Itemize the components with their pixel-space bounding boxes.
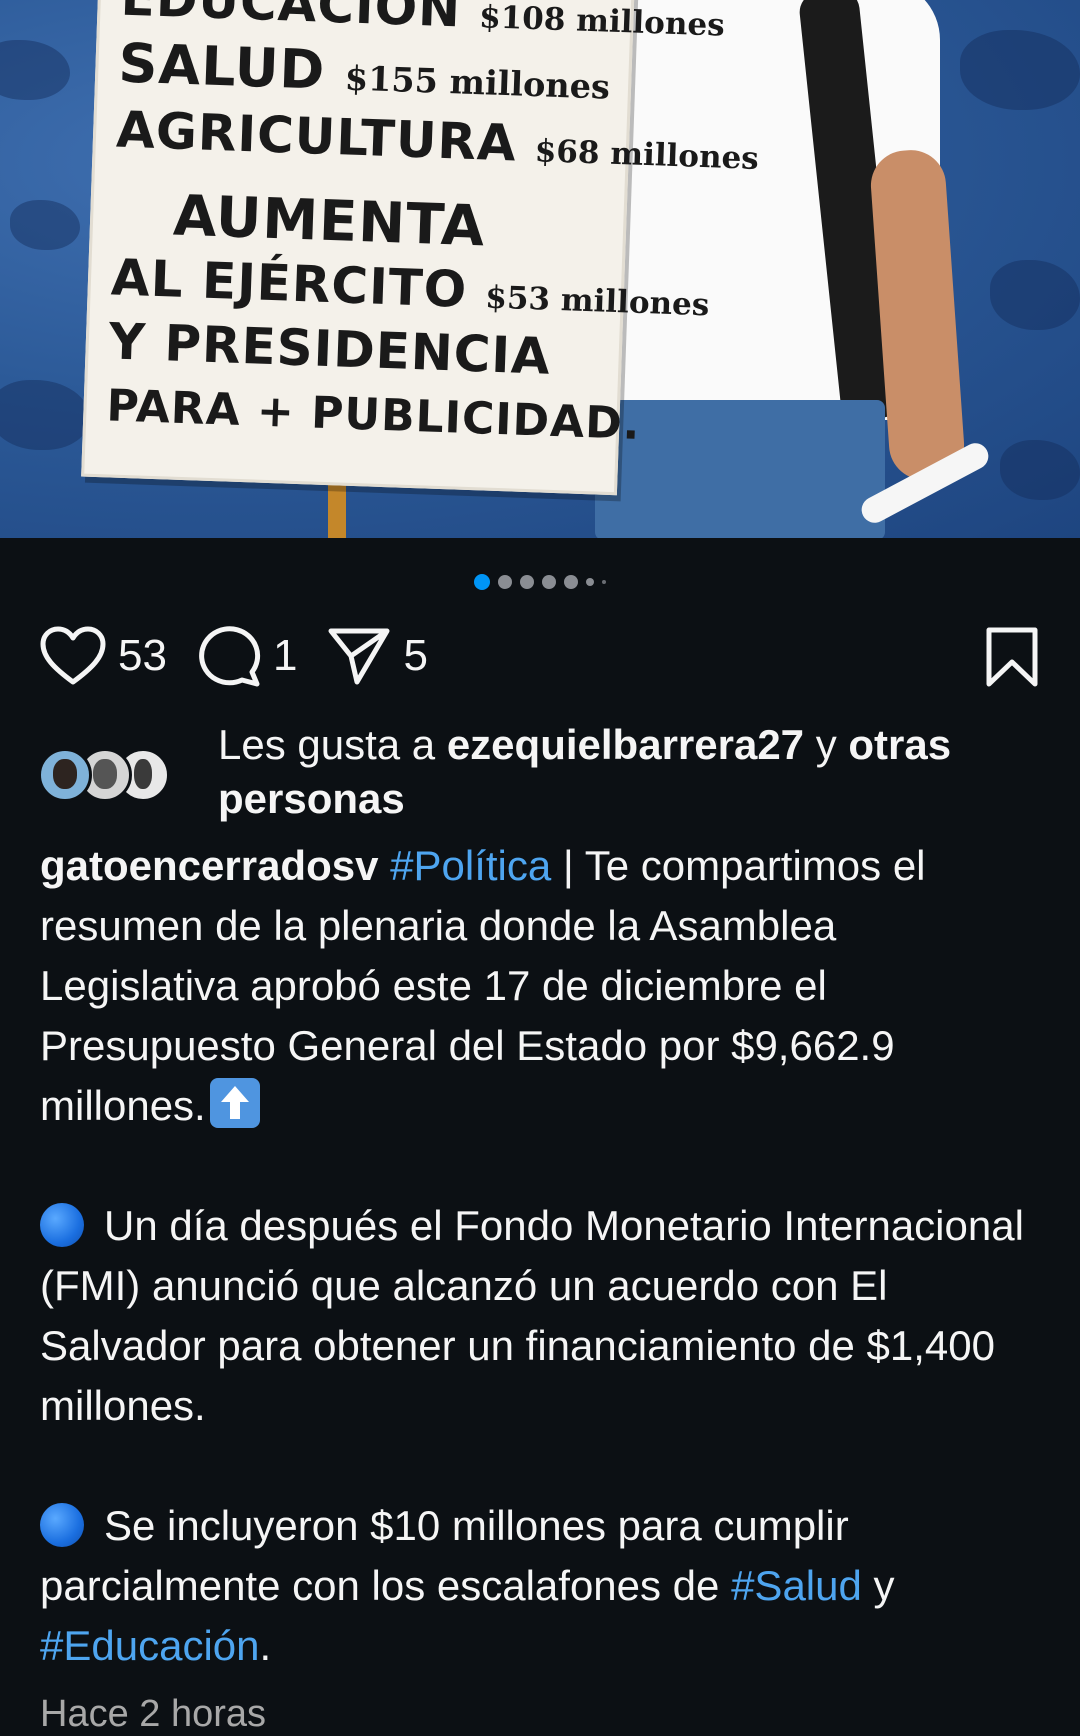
comment-icon — [199, 626, 261, 687]
blue-circle-icon — [40, 1503, 84, 1547]
sign-line: AUMENTA — [172, 183, 487, 260]
shares-count: 5 — [403, 631, 428, 680]
liked-by-prefix: Les gusta a — [218, 721, 447, 768]
sign-line: SALUD $155 millones — [117, 31, 611, 107]
like-button[interactable]: 53 — [40, 626, 167, 686]
carousel-dot — [498, 575, 512, 589]
liked-by[interactable]: Les gusta a ezequielbarrera27 y otras pe… — [38, 718, 1048, 826]
up-arrow-icon — [209, 1078, 260, 1128]
protest-sign: EDUCACIÓN $108 millones SALUD $155 millo… — [81, 0, 759, 496]
likes-count: 53 — [118, 631, 167, 680]
post-timestamp: Hace 2 horas — [40, 1693, 267, 1735]
caption-text: . — [259, 1622, 272, 1669]
liker-username[interactable]: ezequielbarrera27 — [447, 721, 804, 768]
sign-line: AL EJÉRCITO $53 millones — [110, 248, 710, 324]
carousel-dot — [602, 580, 606, 584]
sign-line: Y PRESIDENCIA — [107, 312, 552, 386]
carousel-dot — [586, 578, 594, 586]
heart-icon — [40, 626, 106, 685]
post-actions: 53 1 5 — [40, 625, 1040, 687]
blue-circle-icon — [40, 1203, 84, 1247]
comment-button[interactable]: 1 — [197, 625, 297, 687]
carousel-indicator — [0, 574, 1080, 590]
caption-text: y — [861, 1562, 895, 1609]
carousel-dot — [520, 575, 534, 589]
hashtag-link[interactable]: #Política — [390, 842, 551, 889]
caption-paragraph: Se incluyeron $10 millones para cumplir … — [40, 1496, 1045, 1676]
caption-text: Se incluyeron $10 millones para cumplir … — [40, 1502, 849, 1609]
caption-paragraph: Un día después el Fondo Monetario Intern… — [40, 1196, 1045, 1436]
post-image[interactable]: EDUCACIÓN $108 millones SALUD $155 millo… — [0, 0, 1080, 538]
caption-text: Un día después el Fondo Monetario Intern… — [40, 1202, 1024, 1429]
post-caption: gatoencerradosv #Política | Te compartim… — [40, 836, 1045, 1676]
liked-by-and: y — [804, 721, 849, 768]
liker-avatars — [38, 748, 170, 808]
share-button[interactable]: 5 — [327, 626, 428, 686]
carousel-dot — [542, 575, 556, 589]
bookmark-icon — [986, 627, 1038, 687]
share-icon — [328, 628, 390, 685]
liked-by-text: Les gusta a ezequielbarrera27 y otras pe… — [218, 718, 1048, 826]
author-username[interactable]: gatoencerradosv — [40, 842, 378, 889]
caption-paragraph: gatoencerradosv #Política | Te compartim… — [40, 836, 1045, 1136]
carousel-dot-active — [474, 574, 490, 590]
carousel-dot — [564, 575, 578, 589]
hashtag-link[interactable]: #Salud — [731, 1562, 862, 1609]
save-button[interactable] — [984, 626, 1040, 693]
hashtag-link[interactable]: #Educación — [40, 1622, 260, 1669]
sign-line: PARA + PUBLICIDAD. — [105, 380, 642, 450]
comments-count: 1 — [272, 631, 298, 680]
avatar — [38, 748, 92, 802]
